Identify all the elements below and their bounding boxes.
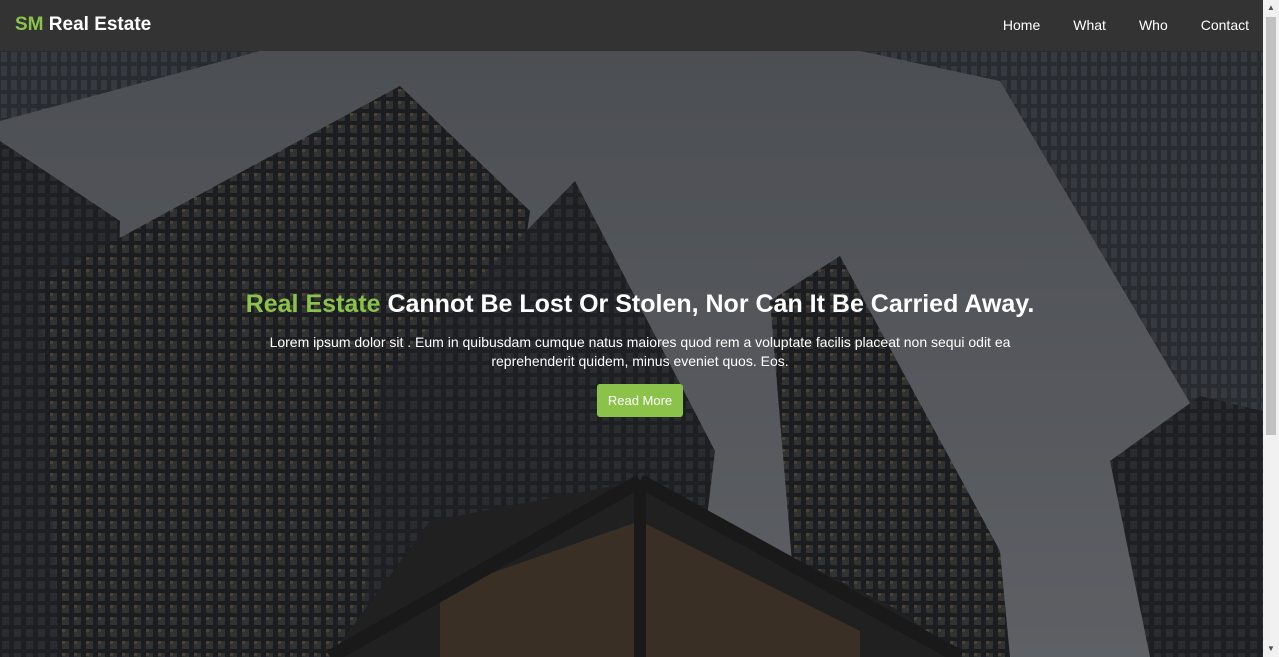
arrow-up-icon[interactable]: ▲ [1263, 0, 1279, 16]
brand-logo[interactable]: SM Real Estate [15, 14, 151, 36]
hero-content: Real Estate Cannot Be Lost Or Stolen, No… [240, 289, 1040, 417]
hero-title-accent: Real Estate [245, 290, 381, 318]
nav-link-contact[interactable]: Contact [1201, 17, 1249, 33]
nav-link-home[interactable]: Home [1003, 17, 1040, 33]
nav-links: Home What Who Contact [970, 17, 1249, 33]
read-more-button[interactable]: Read More [596, 384, 684, 417]
brand-name: Real Estate [48, 14, 152, 35]
hero-title: Real Estate Cannot Be Lost Or Stolen, No… [240, 289, 1040, 319]
nav-link-who[interactable]: Who [1139, 17, 1168, 33]
hero-section: Real Estate Cannot Be Lost Or Stolen, No… [0, 51, 1263, 657]
scrollbar-thumb[interactable] [1266, 17, 1276, 435]
hero-title-rest: Cannot Be Lost Or Stolen, Nor Can It Be … [387, 290, 1035, 318]
hero-description: Lorem ipsum dolor sit . Eum in quibusdam… [269, 334, 1011, 369]
nav-link-what[interactable]: What [1073, 17, 1106, 33]
brand-accent: SM [15, 14, 44, 35]
navbar: SM Real Estate Home What Who Contact [0, 0, 1263, 51]
scrollbar[interactable]: ▲ ▼ [1263, 0, 1279, 657]
page: SM Real Estate Home What Who Contact Rea… [0, 0, 1263, 657]
arrow-down-icon[interactable]: ▼ [1263, 641, 1279, 657]
